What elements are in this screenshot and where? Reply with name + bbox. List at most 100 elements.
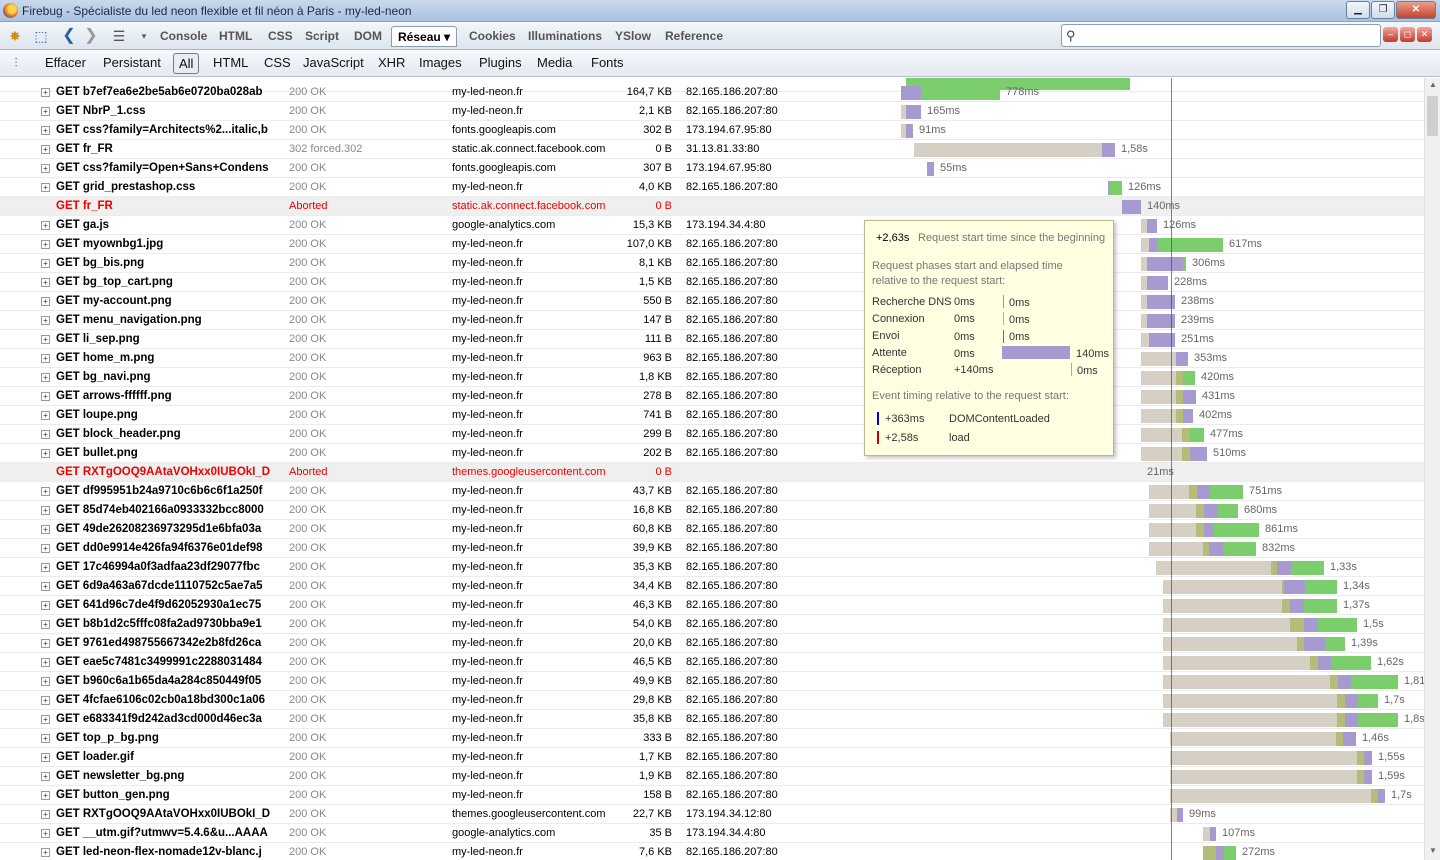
table-row[interactable]: + GET block_header.png 200 OK my-led-neon.f… — [0, 425, 1424, 444]
request-url[interactable]: GET NbrP_1.css — [56, 105, 270, 117]
request-url[interactable]: GET css?family=Architects%2...italic,b — [56, 124, 270, 136]
table-row[interactable]: + GET 85d74eb402166a0933332bcc8000 200 OK m… — [0, 501, 1424, 520]
request-url[interactable]: GET 6d9a463a67dcde1110752c5ae7a5 — [56, 580, 270, 592]
expand-toggle-icon[interactable]: + — [41, 696, 50, 705]
filter-all[interactable]: All — [173, 53, 200, 74]
table-row[interactable]: + GET 4fcfae6106c02cb0a18bd300c1a06 200 OK… — [0, 691, 1424, 710]
request-url[interactable]: GET 85d74eb402166a0933332bcc8000 — [56, 504, 270, 516]
request-url[interactable]: GET RXTgOOQ9AAtaVOHxx0IUBOkI_DL — [56, 808, 270, 820]
expand-toggle-icon[interactable]: + — [41, 810, 50, 819]
table-row[interactable]: + GET my-account.png 200 OK my-led-neon.fr 5… — [0, 292, 1424, 311]
table-row[interactable]: + GET top_p_bg.png 200 OK my-led-neon.fr 333… — [0, 729, 1424, 748]
expand-toggle-icon[interactable]: + — [41, 639, 50, 648]
tab-css[interactable]: CSS — [262, 26, 299, 47]
expand-toggle-icon[interactable]: + — [41, 107, 50, 116]
expand-toggle-icon[interactable]: + — [41, 829, 50, 838]
request-url[interactable]: GET fr_FR — [56, 143, 270, 155]
clear-button[interactable]: Effacer — [40, 53, 91, 74]
request-url[interactable]: GET 49de26208236973295d1e6bfa03a — [56, 523, 270, 535]
request-url[interactable]: GET li_sep.png — [56, 333, 270, 345]
scroll-up-arrow-icon[interactable]: ▲ — [1427, 80, 1439, 92]
tab-script[interactable]: Script — [299, 26, 345, 47]
table-row[interactable]: + GET bullet.png 200 OK my-led-neon.fr 202 B… — [0, 444, 1424, 463]
table-row[interactable]: + GET grid_prestashop.css 200 OK my-led-neo… — [0, 178, 1424, 197]
expand-toggle-icon[interactable]: + — [41, 392, 50, 401]
table-row[interactable]: + GET led-neon-flex-nomade12v-blanc.j 200 … — [0, 843, 1424, 860]
filter-xhr[interactable]: XHR — [373, 53, 410, 74]
expand-toggle-icon[interactable]: + — [41, 658, 50, 667]
expand-toggle-icon[interactable]: + — [41, 240, 50, 249]
firebug-detach-icon[interactable]: ◻ — [1400, 27, 1415, 42]
search-input[interactable]: ⚲ — [1061, 24, 1381, 47]
net-settings-icon[interactable]: ⫶ — [7, 54, 25, 72]
table-row[interactable]: + GET css?family=Open+Sans+Condens 200 OK f… — [0, 159, 1424, 178]
table-row[interactable]: + GET RXTgOOQ9AAtaVOHxx0IUBOkI_DL 200 OK th… — [0, 805, 1424, 824]
request-url[interactable]: GET ga.js — [56, 219, 270, 231]
table-row[interactable]: + GET loupe.png 200 OK my-led-neon.fr 741 B 8… — [0, 406, 1424, 425]
expand-toggle-icon[interactable]: + — [41, 164, 50, 173]
table-row[interactable]: + GET b7ef7ea6e2be5ab6e0720ba028ab 200 OK m… — [0, 83, 1424, 102]
minimize-button[interactable]: ▁ — [1346, 1, 1370, 19]
expand-toggle-icon[interactable]: + — [41, 734, 50, 743]
dropdown-chevron-icon[interactable]: ▾ — [135, 27, 153, 45]
expand-toggle-icon[interactable]: + — [41, 373, 50, 382]
close-window-button[interactable]: ✕ — [1396, 1, 1436, 19]
table-row[interactable]: + GET bg_bis.png 200 OK my-led-neon.fr 8,1 K… — [0, 254, 1424, 273]
filter-media[interactable]: Media — [532, 53, 577, 74]
tab-console[interactable]: Console — [154, 26, 213, 47]
expand-toggle-icon[interactable]: + — [41, 430, 50, 439]
table-row[interactable]: + GET fr_FR 302 forced.302 static.ak.connec… — [0, 140, 1424, 159]
scroll-thumb[interactable] — [1427, 96, 1438, 136]
request-url[interactable]: GET menu_navigation.png — [56, 314, 270, 326]
expand-toggle-icon[interactable]: + — [41, 525, 50, 534]
request-url[interactable]: GET b8b1d2c5fffc08fa2ad9730bba9e1 — [56, 618, 270, 630]
expand-toggle-icon[interactable]: + — [41, 582, 50, 591]
request-url[interactable]: GET 4fcfae6106c02cb0a18bd300c1a06 — [56, 694, 270, 706]
table-row[interactable]: + GET newsletter_bg.png 200 OK my-led-neon.… — [0, 767, 1424, 786]
table-row[interactable]: + GET myownbg1.jpg 200 OK my-led-neon.fr 107… — [0, 235, 1424, 254]
request-url[interactable]: GET b960c6a1b65da4a284c850449f05 — [56, 675, 270, 687]
request-url[interactable]: GET block_header.png — [56, 428, 270, 440]
expand-toggle-icon[interactable]: + — [41, 715, 50, 724]
request-url[interactable]: GET arrows-ffffff.png — [56, 390, 270, 402]
table-row[interactable]: + GET arrows-ffffff.png 200 OK my-led-neon.… — [0, 387, 1424, 406]
tab-html[interactable]: HTML — [213, 26, 258, 47]
persist-button[interactable]: Persistant — [98, 53, 166, 74]
request-url[interactable]: GET home_m.png — [56, 352, 270, 364]
request-url[interactable]: GET my-account.png — [56, 295, 270, 307]
request-url[interactable]: GET led-neon-flex-nomade12v-blanc.j — [56, 846, 270, 858]
expand-toggle-icon[interactable]: + — [41, 601, 50, 610]
table-row[interactable]: + GET NbrP_1.css 200 OK my-led-neon.fr 2,1 K… — [0, 102, 1424, 121]
table-row[interactable]: + GET css?family=Architects%2...italic,b 2… — [0, 121, 1424, 140]
request-url[interactable]: GET bg_bis.png — [56, 257, 270, 269]
request-url[interactable]: GET eae5c7481c3499991c2288031484 — [56, 656, 270, 668]
expand-toggle-icon[interactable]: + — [41, 487, 50, 496]
expand-toggle-icon[interactable]: + — [41, 772, 50, 781]
request-url[interactable]: GET b7ef7ea6e2be5ab6e0720ba028ab — [56, 86, 270, 98]
table-row[interactable]: + GET 49de26208236973295d1e6bfa03a 200 OK m… — [0, 520, 1424, 539]
expand-toggle-icon[interactable]: + — [41, 259, 50, 268]
expand-toggle-icon[interactable]: + — [41, 297, 50, 306]
tab-reference[interactable]: Reference — [659, 26, 729, 47]
vertical-scrollbar[interactable]: ▲ ▼ — [1424, 78, 1440, 860]
request-url[interactable]: GET loupe.png — [56, 409, 270, 421]
table-row[interactable]: + GET df995951b24a9710c6b6c6f1a250f 200 OK… — [0, 482, 1424, 501]
table-row[interactable]: + GET dd0e9914e426fa94f6376e01def98 200 OK… — [0, 539, 1424, 558]
request-url[interactable]: GET 9761ed498755667342e2b8fd26ca — [56, 637, 270, 649]
table-row[interactable]: + GET menu_navigation.png 200 OK my-led-neo… — [0, 311, 1424, 330]
table-row[interactable]: GET RXTgOOQ9AAtaVOHxx0IUBOkI_DL Aborted th… — [0, 463, 1424, 482]
expand-toggle-icon[interactable]: + — [41, 677, 50, 686]
expand-toggle-icon[interactable]: + — [41, 316, 50, 325]
list-menu-icon[interactable]: ☰ — [110, 27, 128, 45]
expand-toggle-icon[interactable]: + — [41, 278, 50, 287]
back-arrow-icon[interactable]: ❮ — [60, 27, 78, 45]
expand-toggle-icon[interactable]: + — [41, 848, 50, 857]
expand-toggle-icon[interactable]: + — [41, 753, 50, 762]
filter-javascript[interactable]: JavaScript — [298, 53, 369, 74]
request-url[interactable]: GET top_p_bg.png — [56, 732, 270, 744]
request-url[interactable]: GET df995951b24a9710c6b6c6f1a250f — [56, 485, 270, 497]
firebug-minimize-icon[interactable]: – — [1383, 27, 1398, 42]
expand-toggle-icon[interactable]: + — [41, 126, 50, 135]
filter-fonts[interactable]: Fonts — [586, 53, 629, 74]
filter-html[interactable]: HTML — [208, 53, 253, 74]
